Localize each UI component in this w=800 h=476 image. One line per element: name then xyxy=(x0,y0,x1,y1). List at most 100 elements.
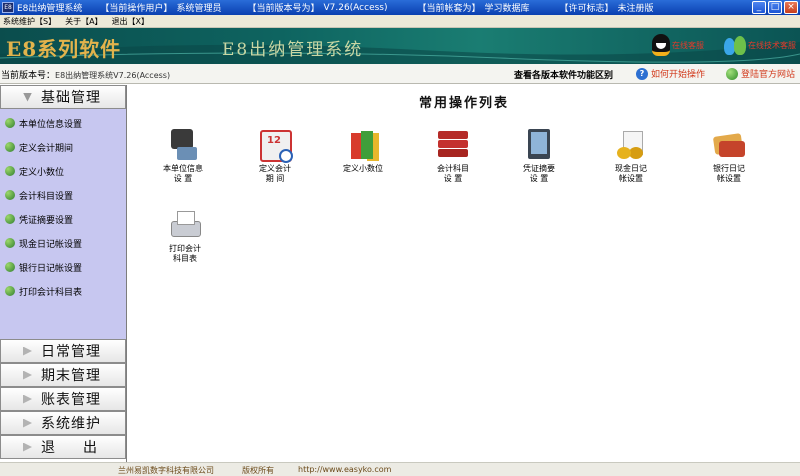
official-site-link[interactable]: 登陆官方网站 xyxy=(726,67,795,80)
coins-icon xyxy=(613,127,649,163)
clock-icon xyxy=(279,149,293,163)
menu-about[interactable]: 关于【A】 xyxy=(65,16,102,27)
bullet-icon xyxy=(5,214,15,224)
nav-item-label: 银行日记帐设置 xyxy=(19,263,83,274)
nav-item-bank-journal[interactable]: 银行日记帐设置 xyxy=(0,255,126,279)
current-version-value: E8出纳管理系统V7.26(Access) xyxy=(55,71,171,80)
qq-service-label: 在线客服 xyxy=(672,40,704,50)
license-label: 【许可标志】 xyxy=(559,4,614,14)
bullet-icon xyxy=(5,190,15,200)
op-unit-info[interactable]: 本单位信息 设 置 xyxy=(148,127,218,184)
help-icon: ? xyxy=(636,67,648,80)
nav-basic-items: 本单位信息设置 定义会计期间 定义小数位 会计科目设置 凭证摘要设置 现金日记帐… xyxy=(0,109,126,339)
nav-item-cash-journal[interactable]: 现金日记帐设置 xyxy=(0,231,126,255)
calendar-icon xyxy=(257,127,293,163)
nav-exit-label: 退出 xyxy=(41,440,125,456)
nav-basic-management-label: 基础管理 xyxy=(41,90,101,106)
op-label: 凭证摘要 设 置 xyxy=(523,164,555,183)
op-accounting-period[interactable]: 定义会计 期 间 xyxy=(240,127,310,184)
ledger-stack-icon xyxy=(435,127,471,163)
nav-item-unit-info[interactable]: 本单位信息设置 xyxy=(0,111,126,135)
minimize-button[interactable]: _ xyxy=(752,1,766,14)
menu-bar: 系统维护【S】 关于【A】 退出【X】 xyxy=(0,15,800,28)
compare-versions-link[interactable]: 查看各版本软件功能区别 xyxy=(514,68,613,81)
collapse-arrow-icon xyxy=(23,442,32,452)
nav-period-end-management[interactable]: 期末管理 xyxy=(0,363,126,387)
nav-item-label: 定义小数位 xyxy=(19,167,65,178)
nav-item-print-accounts[interactable]: 打印会计科目表 xyxy=(0,279,126,303)
close-button[interactable]: × xyxy=(784,1,798,14)
page-title: 常用操作列表 xyxy=(418,96,509,111)
info-bar: 当前版本号：E8出纳管理系统V7.26(Access) 查看各版本软件功能区别 … xyxy=(0,64,800,84)
nav-ledger-label: 账表管理 xyxy=(41,392,101,408)
qq-penguin-icon xyxy=(652,34,670,56)
nav-item-accounting-period[interactable]: 定义会计期间 xyxy=(0,135,126,159)
nav-item-label: 打印会计科目表 xyxy=(19,287,83,298)
nav-system-maintenance[interactable]: 系统维护 xyxy=(0,411,126,435)
op-label: 本单位信息 设 置 xyxy=(163,164,203,183)
nav-item-label: 定义会计期间 xyxy=(19,143,74,154)
collapse-arrow-icon xyxy=(23,370,32,380)
nav-item-label: 现金日记帐设置 xyxy=(19,239,83,250)
current-version-label: 当前版本号： xyxy=(1,71,56,81)
footer-url[interactable]: http://www.easyko.com xyxy=(298,465,391,474)
how-to-start-link[interactable]: ? 如何开始操作 xyxy=(636,67,705,80)
official-site-label: 登陆官方网站 xyxy=(741,70,796,80)
bullet-icon xyxy=(5,286,15,296)
collapse-arrow-icon xyxy=(23,346,32,356)
nav-item-voucher-summary[interactable]: 凭证摘要设置 xyxy=(0,207,126,231)
banner: E8系列软件 E8出纳管理系统 在线客服 在线技术客服 xyxy=(0,28,800,64)
left-nav: 基础管理 本单位信息设置 定义会计期间 定义小数位 会计科目设置 凭证摘要设置 … xyxy=(0,85,127,462)
operator-label: 【当前操作用户】 xyxy=(100,4,173,14)
op-bank-journal[interactable]: 银行日记 帐设置 xyxy=(694,127,764,184)
how-to-start-label: 如何开始操作 xyxy=(651,70,706,80)
nav-ledger-management[interactable]: 账表管理 xyxy=(0,387,126,411)
bullet-icon xyxy=(5,262,15,272)
nav-item-accounts[interactable]: 会计科目设置 xyxy=(0,183,126,207)
footer-rights: 版权所有 xyxy=(242,466,274,475)
menu-exit[interactable]: 退出【X】 xyxy=(112,16,149,27)
notepad-icon xyxy=(521,127,557,163)
tech-service-label: 在线技术客服 xyxy=(748,40,796,50)
printer-icon xyxy=(167,207,203,243)
license-value: 未注册版 xyxy=(617,4,654,14)
collapse-arrow-icon xyxy=(23,394,32,404)
nav-item-decimal-places[interactable]: 定义小数位 xyxy=(0,159,126,183)
op-label: 打印会计 科目表 xyxy=(169,244,201,263)
account-value: 学习数据库 xyxy=(484,4,530,14)
current-version: 当前版本号：E8出纳管理系统V7.26(Access) xyxy=(1,68,170,81)
app-title: E8出纳管理系统 xyxy=(17,4,83,14)
menu-system-maintenance[interactable]: 系统维护【S】 xyxy=(3,16,56,27)
product-name: E8出纳管理系统 xyxy=(222,40,364,60)
op-print-accounts[interactable]: 打印会计 科目表 xyxy=(150,207,220,264)
op-accounts[interactable]: 会计科目 设 置 xyxy=(418,127,488,184)
qq-service-link[interactable]: 在线客服 xyxy=(652,34,704,56)
nav-daily-management[interactable]: 日常管理 xyxy=(0,339,126,363)
nav-basic-management[interactable]: 基础管理 xyxy=(0,85,126,109)
bullet-icon xyxy=(5,142,15,152)
nav-exit[interactable]: 退出 xyxy=(0,435,126,459)
expand-arrow-icon xyxy=(23,92,32,102)
nav-item-label: 凭证摘要设置 xyxy=(19,215,74,226)
maximize-button[interactable]: □ xyxy=(768,1,782,14)
brand-logo-text: E8系列软件 xyxy=(6,37,122,61)
books-icon xyxy=(345,127,381,163)
op-label: 现金日记 帐设置 xyxy=(615,164,647,183)
bullet-icon xyxy=(5,238,15,248)
op-cash-journal[interactable]: 现金日记 帐设置 xyxy=(596,127,666,184)
account-label: 【当前帐套为】 xyxy=(417,4,481,14)
nav-item-label: 本单位信息设置 xyxy=(19,119,83,130)
tech-service-link[interactable]: 在线技术客服 xyxy=(724,34,796,56)
op-decimal-places[interactable]: 定义小数位 xyxy=(328,127,398,174)
bank-card-icon xyxy=(711,127,747,163)
nav-period-end-label: 期末管理 xyxy=(41,368,101,384)
version-label: 【当前版本号为】 xyxy=(247,4,320,14)
main-panel: 常用操作列表 本单位信息 设 置 定义会计 期 间 定义小数位 会计科目 设 置… xyxy=(128,85,800,462)
collapse-arrow-icon xyxy=(23,418,32,428)
op-voucher-summary[interactable]: 凭证摘要 设 置 xyxy=(504,127,574,184)
title-bar: E8 E8出纳管理系统 【当前操作用户】 系统管理员 【当前版本号为】 V7.2… xyxy=(0,0,800,15)
nav-system-label: 系统维护 xyxy=(41,416,101,432)
nav-daily-management-label: 日常管理 xyxy=(41,344,101,360)
bullet-icon xyxy=(5,166,15,176)
people-icon xyxy=(724,34,746,56)
